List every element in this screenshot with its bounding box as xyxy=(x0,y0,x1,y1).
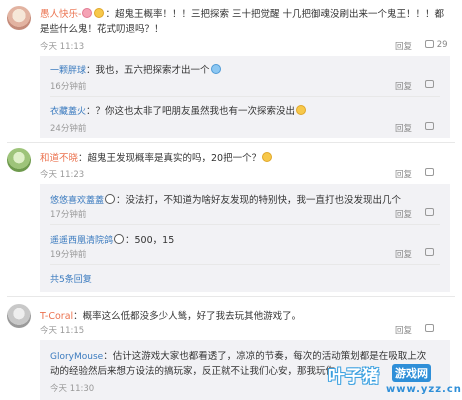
divider xyxy=(50,224,440,225)
reply-timestamp: 24分钟前 xyxy=(50,124,87,134)
reply-list: 悠悠喜欢蓋蓋 ：没法打，不知道为啥好友发现的特别快，我一直打也没发现出几个 17分… xyxy=(40,184,450,292)
username[interactable]: 和道不晓 xyxy=(40,153,78,164)
avatar[interactable] xyxy=(7,304,31,328)
watermark-badge: 游戏网 xyxy=(392,364,431,382)
like-count: 29 xyxy=(436,40,448,50)
comment-text: 愚人快乐- ：超鬼王概率！！！三把探索 三十把觉醒 十几把御魂没刷出来一个鬼王！！… xyxy=(40,6,444,20)
reply-content: ：没法打，不知道为啥好友发现的特别快，我一直打也没发现出几个 xyxy=(116,195,402,206)
divider xyxy=(7,296,455,297)
reply-button[interactable]: 回复 xyxy=(395,122,412,134)
like-button[interactable]: 29 xyxy=(425,40,448,50)
reply-username[interactable]: 遥遥西凰清院鸽 xyxy=(50,236,113,246)
reply-content-line2: 动的经验然后来想方设法的搞玩家，反正就不让我们心安，那我玩你 xyxy=(50,366,336,377)
like-button[interactable] xyxy=(425,248,434,258)
reply-username[interactable]: 衣藏蓋火 xyxy=(50,107,86,117)
comment-text-line1: ：超鬼王概率！！！三把探索 三十把觉醒 十几把御魂没刷出来一个鬼王！！！都 xyxy=(105,9,444,20)
avatar[interactable] xyxy=(7,148,31,172)
reply-text: 悠悠喜欢蓋蓋 ：没法打，不知道为啥好友发现的特别快，我一直打也没发现出几个 xyxy=(50,192,401,206)
thumbs-up-icon xyxy=(425,80,434,88)
comment-content: ：超鬼王发现概率是真实的吗，20把一个？ xyxy=(78,153,262,164)
like-button[interactable] xyxy=(425,208,434,218)
face-emoji-icon xyxy=(82,8,93,18)
comment-text: T-Coral：概率这么低都没多少人鸶，好了我去玩其他游戏了。 xyxy=(40,308,301,322)
timestamp: 今天 11:23 xyxy=(40,170,85,180)
reply-timestamp: 16分钟前 xyxy=(50,82,87,92)
comment-text: 和道不晓：超鬼王发现概率是真实的吗，20把一个？ xyxy=(40,150,273,164)
divider xyxy=(50,264,440,265)
like-button[interactable] xyxy=(425,122,434,132)
divider xyxy=(50,96,440,97)
reply-text: 一颗胖球：我也，五六把探索才出一个 xyxy=(50,62,222,76)
reply-button[interactable]: 回复 xyxy=(395,168,412,180)
comment-content: ：概率这么低都没多少人鸶，好了我去玩其他游戏了。 xyxy=(73,311,302,322)
reply-timestamp: 19分钟前 xyxy=(50,250,87,260)
thumbs-up-icon xyxy=(425,122,434,130)
like-button[interactable] xyxy=(425,324,434,334)
reply-content: ：我也，五六把探索才出一个 xyxy=(86,65,210,76)
thumbs-up-icon xyxy=(425,248,434,256)
reply-text: 遥遥西凰清院鸽 ：500，15 xyxy=(50,232,174,246)
emoji-icon xyxy=(94,8,105,18)
reply-button[interactable]: 回复 xyxy=(395,40,412,52)
thumbs-up-icon xyxy=(425,208,434,216)
thumbs-up-icon xyxy=(425,40,434,48)
emoji-icon xyxy=(210,64,221,74)
panda-emoji-icon xyxy=(105,194,116,204)
thumbs-up-icon xyxy=(425,324,434,332)
like-button[interactable] xyxy=(425,80,434,90)
timestamp: 今天 11:13 xyxy=(40,42,85,52)
emoji-icon xyxy=(262,152,273,162)
reply-content-line1: ：估计这游戏大家也都看透了，凉凉的节奏，每次的活动策划都是在吸取上次 xyxy=(103,351,427,362)
reply-button[interactable]: 回复 xyxy=(395,248,412,260)
reply-content: ：500，15 xyxy=(125,235,175,246)
like-button[interactable] xyxy=(425,168,434,178)
reply-content: ：？你这也太非了吧朋友虽然我也有一次探索没出 xyxy=(86,106,296,117)
reply-button[interactable]: 回复 xyxy=(395,80,412,92)
reply-timestamp: 17分钟前 xyxy=(50,210,87,220)
timestamp: 今天 11:15 xyxy=(40,326,85,336)
reply-username[interactable]: GloryMouse xyxy=(50,352,103,362)
panda-emoji-icon xyxy=(114,234,125,244)
comment-text-line2: 是些什么鬼！花式叨退吗？！ xyxy=(40,24,164,35)
reply-button[interactable]: 回复 xyxy=(395,324,412,336)
watermark-logo: 叶子猪 xyxy=(328,367,379,387)
reply-text: 衣藏蓋火：？你这也太非了吧朋友虽然我也有一次探索没出 xyxy=(50,103,307,117)
site-watermark: 叶子猪 游戏网 www.yzz.cn xyxy=(328,362,461,398)
username[interactable]: T-Coral xyxy=(40,311,73,322)
reply-list: 一颗胖球：我也，五六把探索才出一个 16分钟前 回复 衣藏蓋火：？你这也太非了吧… xyxy=(40,56,450,138)
thumbs-up-icon xyxy=(425,168,434,176)
reply-username[interactable]: 悠悠喜欢蓋蓋 xyxy=(50,196,104,206)
reply-text: GloryMouse：估计这游戏大家也都看透了，凉凉的节奏，每次的活动策划都是在… xyxy=(50,348,426,362)
reply-button[interactable]: 回复 xyxy=(395,208,412,220)
username[interactable]: 愚人快乐- xyxy=(40,9,81,20)
reply-timestamp: 今天 11:30 xyxy=(50,384,95,394)
avatar[interactable] xyxy=(7,6,31,30)
watermark-url: www.yzz.cn xyxy=(386,384,462,395)
divider xyxy=(7,142,455,143)
more-replies-link[interactable]: 共5条回复 xyxy=(50,272,92,285)
reply-username[interactable]: 一颗胖球 xyxy=(50,66,86,76)
laugh-emoji-icon xyxy=(296,105,307,115)
